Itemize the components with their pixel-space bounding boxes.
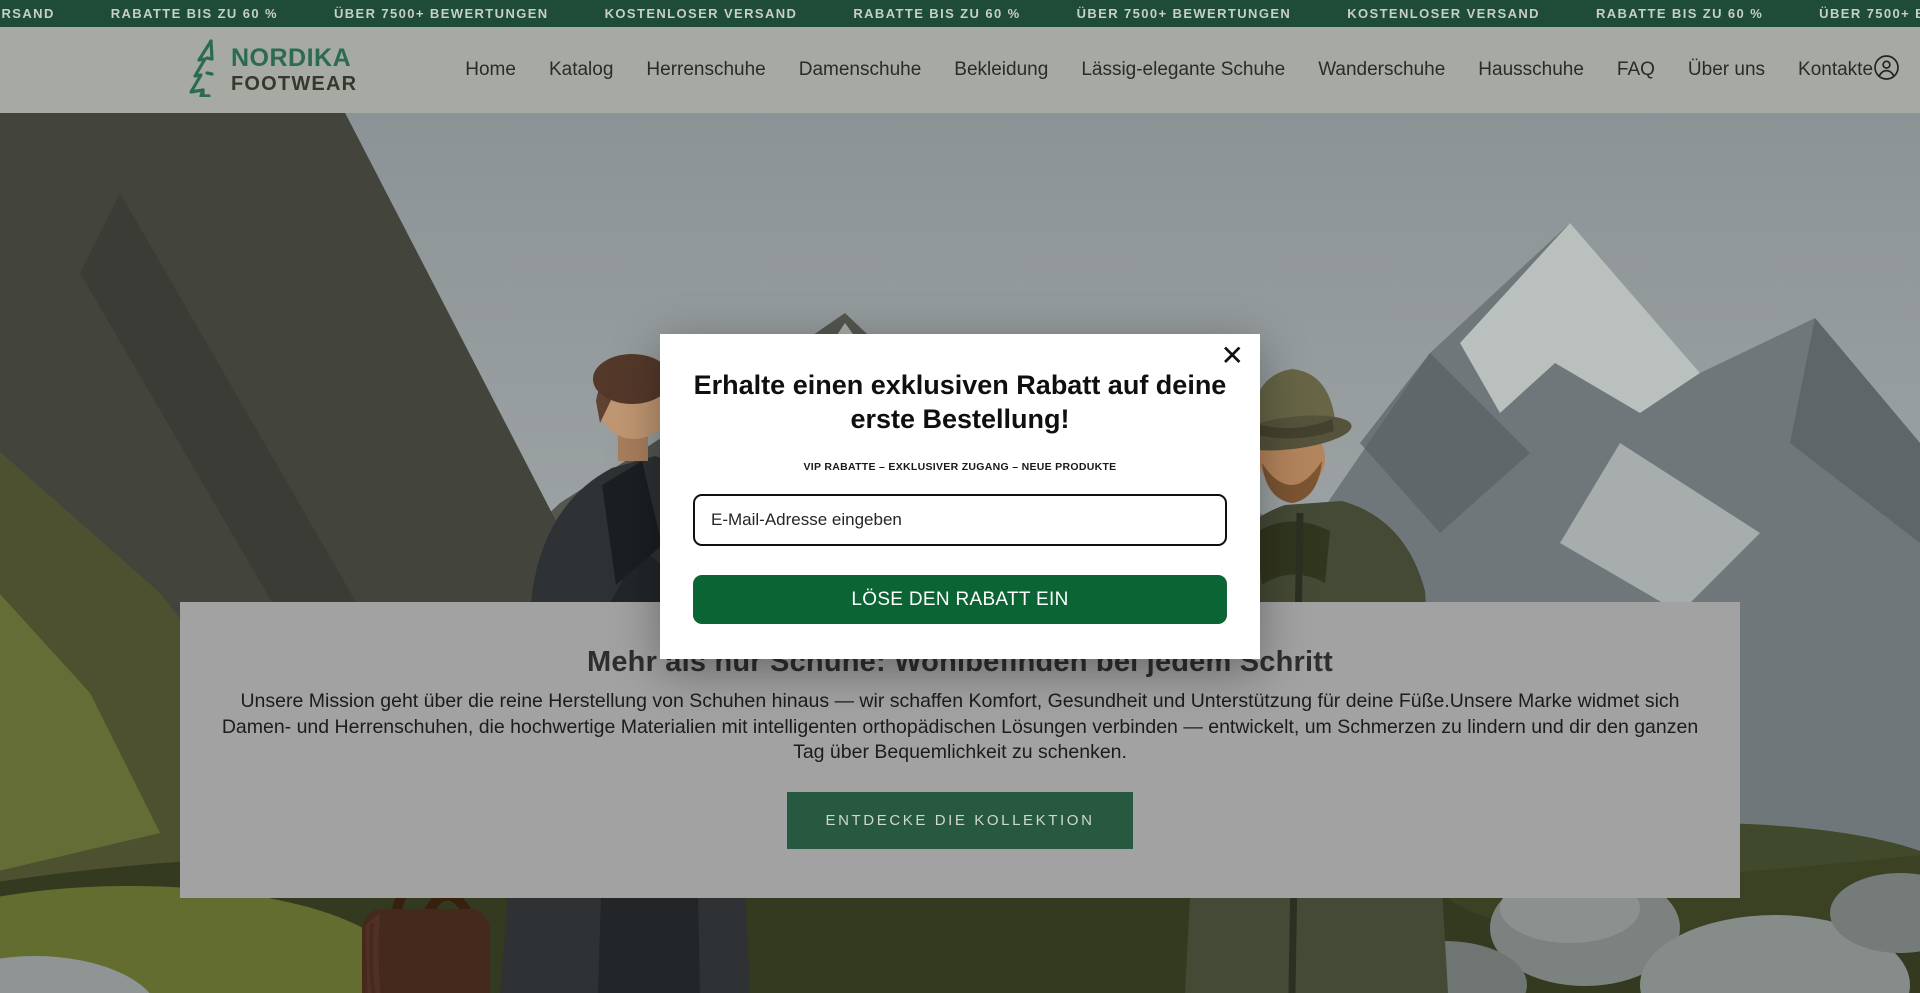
modal-title: Erhalte einen exklusiven Rabatt auf dein… xyxy=(693,368,1227,436)
redeem-discount-button[interactable]: LÖSE DEN RABATT EIN xyxy=(693,575,1227,624)
discount-modal: ✕ Erhalte einen exklusiven Rabatt auf de… xyxy=(660,334,1260,659)
modal-subtitle: VIP RABATTE – EXKLUSIVER ZUGANG – NEUE P… xyxy=(693,461,1227,473)
email-input[interactable] xyxy=(693,494,1227,546)
close-icon[interactable]: ✕ xyxy=(1221,342,1244,370)
page: KOSTENLOSER VERSAND RABATTE BIS ZU 60 % … xyxy=(0,0,1920,993)
